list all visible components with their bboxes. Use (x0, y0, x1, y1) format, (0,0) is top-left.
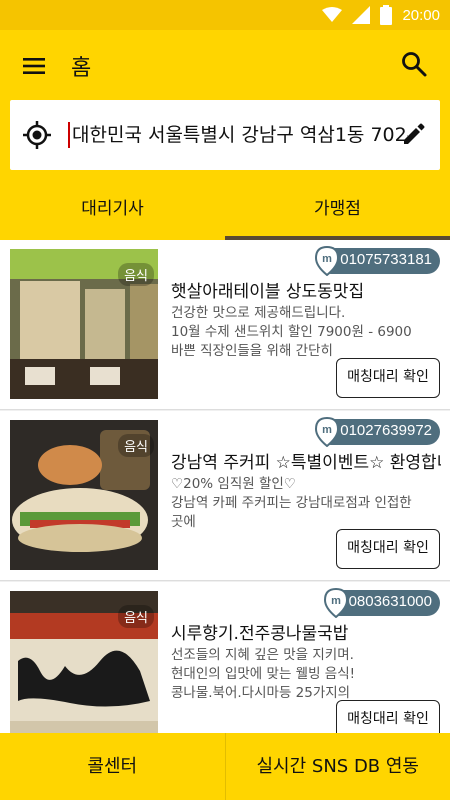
phone-m-icon: m (315, 246, 340, 276)
call-center-button[interactable]: 콜센터 (0, 733, 225, 800)
store-desc-line: 건강한 맛으로 제공해드립니다. (171, 305, 346, 321)
store-photo: 음식 (10, 420, 158, 570)
affiliate-list[interactable]: 음식 m 01075733181 햇살아래테이블 상도동맛집 건강한 맛으로 제… (0, 240, 450, 733)
tab-affiliate[interactable]: 가맹점 (225, 178, 450, 240)
match-driver-button[interactable]: 매칭대리 확인 (336, 700, 440, 733)
sns-db-sync-button[interactable]: 실시간 SNS DB 연동 (224, 733, 450, 800)
store-desc-line: 바쁜 직장인들을 위해 간단히 (171, 343, 333, 359)
phone-badge[interactable]: m 01075733181 (315, 246, 440, 276)
svg-text:m: m (322, 253, 332, 265)
status-time: 20:00 (402, 6, 440, 24)
category-tag: 음식 (118, 434, 154, 457)
svg-text:m: m (322, 424, 332, 436)
menu-icon[interactable] (20, 52, 48, 80)
my-location-icon[interactable] (22, 120, 52, 150)
store-name: 시루향기.전주콩나물국밥 (171, 624, 349, 644)
store-desc-line: 곳에 (171, 514, 196, 530)
phone-number: 01027639972 (340, 422, 432, 439)
store-desc-line: 선조들의 지혜 깊은 맛을 지키며. (171, 647, 354, 663)
phone-number: 01075733181 (340, 251, 432, 268)
store-name: 햇살아래테이블 상도동맛집 (171, 282, 365, 302)
page-title: 홈 (71, 56, 92, 81)
tab-driver[interactable]: 대리기사 (0, 178, 225, 240)
tab-bar: 대리기사 가맹점 (0, 178, 450, 240)
phone-badge[interactable]: m 0803631000 (323, 588, 440, 618)
svg-text:m: m (331, 595, 341, 607)
store-photo: 음식 (10, 249, 158, 399)
category-tag: 음식 (118, 605, 154, 628)
phone-number: 0803631000 (348, 593, 432, 610)
location-field[interactable]: 대한민국 서울특별시 강남구 역삼1동 702- (10, 100, 440, 170)
store-desc-line: 강남역 카페 주커피는 강남대로점과 인접한 (171, 495, 412, 511)
location-address[interactable]: 대한민국 서울특별시 강남구 역삼1동 702- (68, 122, 408, 148)
list-item[interactable]: 음식 m 01027639972 강남역 주커피 ☆특별이벤트☆ 환영합니다 ♡… (0, 411, 450, 581)
status-icons: 20:00 (322, 5, 440, 25)
store-desc-line: 현대인의 입맛에 맞는 웰빙 음식! (171, 666, 356, 682)
category-tag: 음식 (118, 263, 154, 286)
store-name: 강남역 주커피 ☆특별이벤트☆ 환영합니다 (171, 453, 441, 473)
edit-icon[interactable] (400, 120, 428, 148)
list-item[interactable]: 음식 m 01075733181 햇살아래테이블 상도동맛집 건강한 맛으로 제… (0, 240, 450, 410)
phone-badge[interactable]: m 01027639972 (315, 417, 440, 447)
search-icon[interactable] (400, 50, 428, 78)
phone-m-icon: m (323, 588, 348, 618)
phone-m-icon: m (315, 417, 340, 447)
wifi-icon (322, 7, 343, 22)
cellular-icon (352, 6, 371, 24)
status-bar: 20:00 (0, 0, 450, 30)
match-driver-button[interactable]: 매칭대리 확인 (336, 358, 440, 398)
bottom-bar: 콜센터 실시간 SNS DB 연동 (0, 733, 450, 800)
store-desc-line: 콩나물.북어.다시마등 25가지의 (171, 685, 351, 701)
match-driver-button[interactable]: 매칭대리 확인 (336, 529, 440, 569)
app-bar: 홈 (0, 30, 450, 100)
list-item[interactable]: 음식 m 0803631000 시루향기.전주콩나물국밥 선조들의 지혜 깊은 … (0, 582, 450, 733)
battery-icon (380, 5, 393, 25)
store-photo: 음식 (10, 591, 158, 733)
store-desc-line: 10월 수제 샌드위치 할인 7900원 - 6900 (171, 324, 412, 340)
store-desc-line: ♡20% 임직원 할인♡ (171, 476, 296, 492)
